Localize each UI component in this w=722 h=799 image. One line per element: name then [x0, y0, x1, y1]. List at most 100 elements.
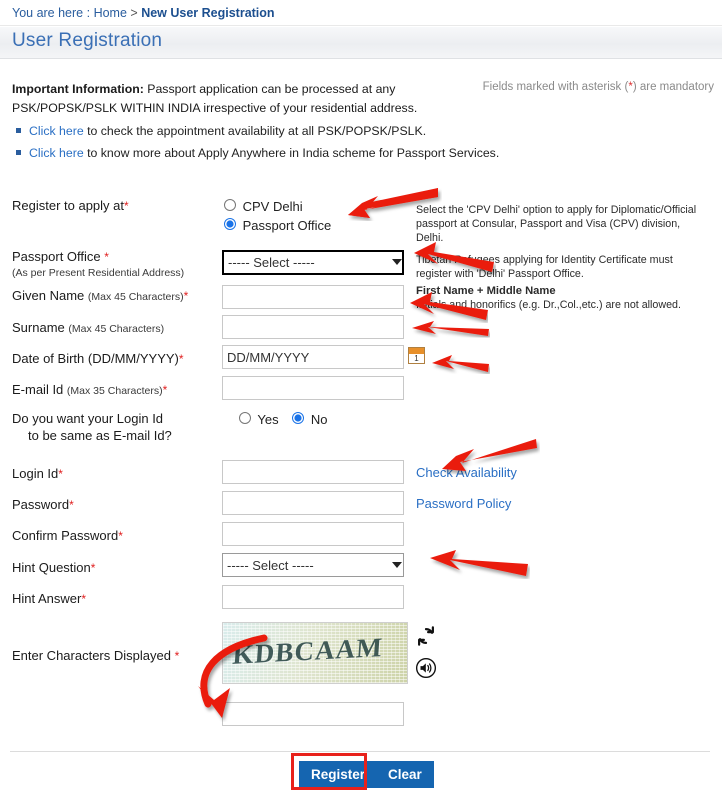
radio-option-cpv-delhi[interactable]: CPV Delhi: [224, 199, 303, 214]
calendar-icon[interactable]: 1: [408, 347, 425, 364]
required-asterisk: *: [174, 649, 180, 663]
important-information: Important Information: Passport applicat…: [12, 80, 442, 118]
radio-option-passport-office[interactable]: Passport Office: [224, 218, 331, 233]
captcha-label: Enter Characters Displayed *: [12, 648, 179, 664]
surname-label: Surname (Max 45 Characters): [12, 320, 164, 337]
radio-yes[interactable]: [239, 412, 251, 424]
user-registration-page: You are here : Home > New User Registrat…: [0, 0, 722, 799]
important-information-heading: Important Information:: [12, 82, 144, 96]
given-name-sublabel: (Max 45 Characters): [87, 291, 184, 303]
given-name-help-text: First Name + Middle Name Initials and ho…: [416, 284, 708, 312]
radio-option-no[interactable]: No: [292, 412, 327, 427]
required-asterisk: *: [183, 289, 189, 303]
required-asterisk: *: [90, 561, 96, 575]
required-asterisk: *: [104, 250, 109, 264]
captcha-input[interactable]: [222, 702, 404, 726]
label-text: Passport Office: [12, 249, 101, 264]
mandatory-fields-note: Fields marked with asterisk (*) are mand…: [483, 81, 714, 93]
email-field[interactable]: [222, 376, 404, 400]
annotation-arrow-date-of-birth: [432, 355, 489, 372]
login-same-label-line1: Do you want your Login Id: [12, 411, 164, 426]
radio-label-cpv-delhi: CPV Delhi: [242, 199, 303, 214]
radio-label-no: No: [310, 412, 328, 427]
required-asterisk: *: [118, 529, 123, 543]
clear-button[interactable]: Clear: [376, 761, 434, 788]
given-name-help-title: First Name + Middle Name: [416, 285, 556, 297]
login-same-label-line2: to be same as E-mail Id?: [28, 428, 172, 443]
apply-anywhere-link[interactable]: Click here: [29, 146, 84, 160]
annotation-arrow-hint-question: [430, 550, 528, 576]
required-asterisk: *: [69, 498, 74, 512]
list-item: Click here to check the appointment avai…: [12, 120, 572, 142]
date-of-birth-input[interactable]: [222, 345, 404, 369]
list-item: Click here to know more about Apply Anyw…: [12, 142, 572, 164]
check-availability-link[interactable]: Check Availability: [416, 465, 517, 480]
hint-question-label: Hint Question*: [12, 560, 95, 576]
label-text: Hint Question: [12, 560, 91, 575]
label-text: E-mail Id: [12, 382, 64, 397]
bullet-text: to check the appointment availability at…: [83, 124, 427, 138]
email-id-label: E-mail Id (Max 35 Characters)*: [12, 382, 167, 399]
required-asterisk: *: [124, 199, 129, 213]
breadcrumb-home-link[interactable]: Home: [94, 6, 127, 20]
radio-label-yes: Yes: [257, 412, 279, 427]
passport-office-sublabel: (As per Present Residential Address): [12, 267, 185, 279]
info-bullet-list: Click here to check the appointment avai…: [12, 120, 572, 164]
label-text: Register to apply at: [12, 198, 125, 213]
appointment-availability-link[interactable]: Click here: [29, 124, 84, 138]
required-asterisk: *: [81, 592, 87, 606]
date-of-birth-label: Date of Birth (DD/MM/YYYY)*: [12, 351, 184, 367]
radio-label-passport-office: Passport Office: [242, 218, 332, 233]
password-field[interactable]: [222, 491, 404, 515]
page-title-bar: User Registration: [0, 27, 722, 59]
speaker-icon[interactable]: [415, 657, 437, 679]
password-policy-link[interactable]: Password Policy: [416, 496, 511, 511]
login-id-label: Login Id*: [12, 466, 63, 482]
login-same-as-email-label: Do you want your Login Id to be same as …: [12, 410, 172, 444]
page-title: User Registration: [12, 30, 163, 51]
mandatory-note-pre: Fields marked with asterisk (: [482, 81, 629, 93]
bullet-text: to know more about Apply Anywhere in Ind…: [83, 146, 500, 160]
password-label: Password*: [12, 497, 74, 513]
label-text: Login Id: [12, 466, 59, 481]
radio-no[interactable]: [292, 412, 305, 424]
label-text: Enter Characters Displayed: [12, 648, 171, 663]
given-name-label: Given Name (Max 45 Characters)*: [12, 288, 188, 305]
login-same-as-email-radio-group[interactable]: Yes No: [239, 412, 337, 427]
confirm-password-field[interactable]: [222, 522, 404, 546]
breadcrumb: You are here : Home > New User Registrat…: [0, 0, 722, 26]
given-name-input[interactable]: [222, 285, 404, 309]
radio-passport-office[interactable]: [224, 218, 236, 230]
annotation-arrow-surname: [412, 321, 489, 336]
refresh-icon[interactable]: [415, 625, 437, 647]
confirm-password-label: Confirm Password*: [12, 528, 123, 544]
required-asterisk: *: [178, 352, 184, 366]
divider: [10, 751, 710, 752]
radio-cpv-delhi[interactable]: [224, 199, 236, 211]
login-id-input[interactable]: [222, 460, 404, 484]
email-id-sublabel: (Max 35 Characters): [66, 385, 163, 397]
label-text: Password: [12, 497, 70, 512]
breadcrumb-separator: >: [130, 6, 138, 20]
register-button[interactable]: Register: [299, 761, 378, 788]
register-to-apply-at-label: Register to apply at*: [12, 198, 129, 214]
passport-office-label: Passport Office * (As per Present Reside…: [12, 249, 184, 281]
hint-answer-input[interactable]: [222, 585, 404, 609]
passport-office-select[interactable]: ----- Select -----: [222, 250, 404, 275]
label-text: Confirm Password: [12, 528, 119, 543]
surname-sublabel: (Max 45 Characters): [68, 323, 165, 335]
register-to-apply-at-radio-group[interactable]: CPV Delhi Passport Office: [224, 199, 341, 233]
required-asterisk: *: [162, 383, 168, 397]
radio-option-yes[interactable]: Yes: [239, 412, 282, 427]
label-text: Given Name: [12, 288, 85, 303]
hint-question-select[interactable]: ----- Select -----: [222, 553, 404, 577]
surname-input[interactable]: [222, 315, 404, 339]
captcha-image-text: KDBCAAM: [231, 632, 384, 670]
label-text: Hint Answer: [12, 591, 82, 606]
required-asterisk: *: [58, 467, 63, 481]
cpv-delhi-help-text: Select the 'CPV Delhi' option to apply f…: [416, 204, 697, 244]
breadcrumb-prefix: You are here :: [12, 6, 91, 20]
hint-answer-label: Hint Answer*: [12, 591, 86, 607]
breadcrumb-current: New User Registration: [141, 6, 275, 20]
label-text: Date of Birth (DD/MM/YYYY): [12, 351, 179, 366]
